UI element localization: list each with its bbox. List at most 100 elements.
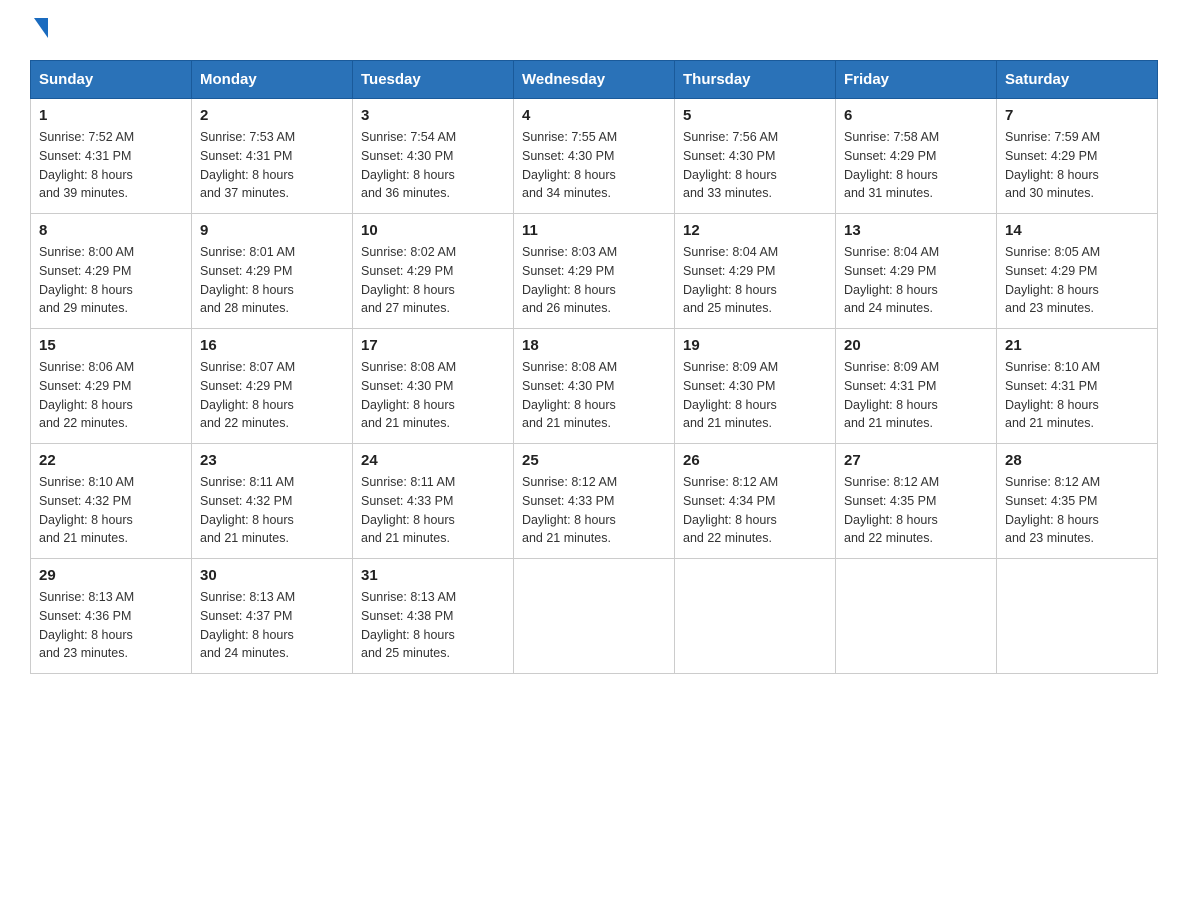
day-info: Sunrise: 8:11 AMSunset: 4:33 PMDaylight:… — [361, 475, 455, 545]
day-number: 31 — [361, 567, 505, 584]
calendar-cell: 26 Sunrise: 8:12 AMSunset: 4:34 PMDaylig… — [675, 444, 836, 559]
calendar-week-row-5: 29 Sunrise: 8:13 AMSunset: 4:36 PMDaylig… — [31, 559, 1158, 674]
day-info: Sunrise: 8:13 AMSunset: 4:38 PMDaylight:… — [361, 590, 456, 660]
weekday-header-monday: Monday — [192, 61, 353, 99]
calendar-cell: 5 Sunrise: 7:56 AMSunset: 4:30 PMDayligh… — [675, 99, 836, 214]
day-number: 30 — [200, 567, 344, 584]
day-number: 19 — [683, 337, 827, 354]
calendar-cell: 31 Sunrise: 8:13 AMSunset: 4:38 PMDaylig… — [353, 559, 514, 674]
day-info: Sunrise: 8:07 AMSunset: 4:29 PMDaylight:… — [200, 360, 295, 430]
day-info: Sunrise: 7:52 AMSunset: 4:31 PMDaylight:… — [39, 130, 134, 200]
day-number: 14 — [1005, 222, 1149, 239]
day-number: 29 — [39, 567, 183, 584]
day-number: 23 — [200, 452, 344, 469]
calendar-cell: 23 Sunrise: 8:11 AMSunset: 4:32 PMDaylig… — [192, 444, 353, 559]
calendar-cell: 4 Sunrise: 7:55 AMSunset: 4:30 PMDayligh… — [514, 99, 675, 214]
calendar-week-row-2: 8 Sunrise: 8:00 AMSunset: 4:29 PMDayligh… — [31, 214, 1158, 329]
day-number: 5 — [683, 107, 827, 124]
calendar-cell: 16 Sunrise: 8:07 AMSunset: 4:29 PMDaylig… — [192, 329, 353, 444]
day-info: Sunrise: 8:08 AMSunset: 4:30 PMDaylight:… — [361, 360, 456, 430]
day-number: 22 — [39, 452, 183, 469]
day-number: 15 — [39, 337, 183, 354]
calendar-cell: 27 Sunrise: 8:12 AMSunset: 4:35 PMDaylig… — [836, 444, 997, 559]
calendar-cell: 17 Sunrise: 8:08 AMSunset: 4:30 PMDaylig… — [353, 329, 514, 444]
weekday-header-friday: Friday — [836, 61, 997, 99]
day-info: Sunrise: 8:08 AMSunset: 4:30 PMDaylight:… — [522, 360, 617, 430]
day-info: Sunrise: 7:56 AMSunset: 4:30 PMDaylight:… — [683, 130, 778, 200]
day-number: 16 — [200, 337, 344, 354]
day-number: 17 — [361, 337, 505, 354]
calendar-cell: 1 Sunrise: 7:52 AMSunset: 4:31 PMDayligh… — [31, 99, 192, 214]
day-number: 12 — [683, 222, 827, 239]
calendar-cell: 6 Sunrise: 7:58 AMSunset: 4:29 PMDayligh… — [836, 99, 997, 214]
calendar-cell: 15 Sunrise: 8:06 AMSunset: 4:29 PMDaylig… — [31, 329, 192, 444]
day-number: 6 — [844, 107, 988, 124]
calendar-cell: 19 Sunrise: 8:09 AMSunset: 4:30 PMDaylig… — [675, 329, 836, 444]
day-info: Sunrise: 7:58 AMSunset: 4:29 PMDaylight:… — [844, 130, 939, 200]
day-number: 28 — [1005, 452, 1149, 469]
calendar-cell: 11 Sunrise: 8:03 AMSunset: 4:29 PMDaylig… — [514, 214, 675, 329]
day-info: Sunrise: 8:12 AMSunset: 4:35 PMDaylight:… — [1005, 475, 1100, 545]
calendar-cell: 22 Sunrise: 8:10 AMSunset: 4:32 PMDaylig… — [31, 444, 192, 559]
calendar-cell — [836, 559, 997, 674]
calendar-week-row-3: 15 Sunrise: 8:06 AMSunset: 4:29 PMDaylig… — [31, 329, 1158, 444]
day-number: 8 — [39, 222, 183, 239]
calendar-cell: 29 Sunrise: 8:13 AMSunset: 4:36 PMDaylig… — [31, 559, 192, 674]
day-info: Sunrise: 8:05 AMSunset: 4:29 PMDaylight:… — [1005, 245, 1100, 315]
day-info: Sunrise: 7:54 AMSunset: 4:30 PMDaylight:… — [361, 130, 456, 200]
day-info: Sunrise: 8:04 AMSunset: 4:29 PMDaylight:… — [683, 245, 778, 315]
calendar-week-row-1: 1 Sunrise: 7:52 AMSunset: 4:31 PMDayligh… — [31, 99, 1158, 214]
day-info: Sunrise: 8:11 AMSunset: 4:32 PMDaylight:… — [200, 475, 294, 545]
logo-arrow-icon — [34, 18, 48, 38]
page-header — [30, 20, 1158, 40]
day-number: 7 — [1005, 107, 1149, 124]
calendar-cell: 13 Sunrise: 8:04 AMSunset: 4:29 PMDaylig… — [836, 214, 997, 329]
day-number: 21 — [1005, 337, 1149, 354]
day-info: Sunrise: 8:12 AMSunset: 4:33 PMDaylight:… — [522, 475, 617, 545]
day-info: Sunrise: 8:10 AMSunset: 4:31 PMDaylight:… — [1005, 360, 1100, 430]
calendar-cell: 10 Sunrise: 8:02 AMSunset: 4:29 PMDaylig… — [353, 214, 514, 329]
day-info: Sunrise: 8:06 AMSunset: 4:29 PMDaylight:… — [39, 360, 134, 430]
calendar-cell — [997, 559, 1158, 674]
calendar-cell: 3 Sunrise: 7:54 AMSunset: 4:30 PMDayligh… — [353, 99, 514, 214]
day-number: 4 — [522, 107, 666, 124]
day-number: 26 — [683, 452, 827, 469]
calendar-cell: 25 Sunrise: 8:12 AMSunset: 4:33 PMDaylig… — [514, 444, 675, 559]
calendar-table: SundayMondayTuesdayWednesdayThursdayFrid… — [30, 60, 1158, 674]
day-info: Sunrise: 8:09 AMSunset: 4:31 PMDaylight:… — [844, 360, 939, 430]
weekday-header-tuesday: Tuesday — [353, 61, 514, 99]
day-info: Sunrise: 8:01 AMSunset: 4:29 PMDaylight:… — [200, 245, 295, 315]
calendar-cell: 2 Sunrise: 7:53 AMSunset: 4:31 PMDayligh… — [192, 99, 353, 214]
calendar-cell — [675, 559, 836, 674]
day-number: 13 — [844, 222, 988, 239]
weekday-header-saturday: Saturday — [997, 61, 1158, 99]
weekday-header-wednesday: Wednesday — [514, 61, 675, 99]
logo — [30, 20, 48, 40]
day-number: 24 — [361, 452, 505, 469]
day-number: 27 — [844, 452, 988, 469]
weekday-header-sunday: Sunday — [31, 61, 192, 99]
calendar-cell: 21 Sunrise: 8:10 AMSunset: 4:31 PMDaylig… — [997, 329, 1158, 444]
day-number: 1 — [39, 107, 183, 124]
day-info: Sunrise: 7:55 AMSunset: 4:30 PMDaylight:… — [522, 130, 617, 200]
day-info: Sunrise: 7:59 AMSunset: 4:29 PMDaylight:… — [1005, 130, 1100, 200]
day-info: Sunrise: 8:09 AMSunset: 4:30 PMDaylight:… — [683, 360, 778, 430]
calendar-cell — [514, 559, 675, 674]
calendar-cell: 24 Sunrise: 8:11 AMSunset: 4:33 PMDaylig… — [353, 444, 514, 559]
day-number: 10 — [361, 222, 505, 239]
day-number: 2 — [200, 107, 344, 124]
day-number: 25 — [522, 452, 666, 469]
calendar-cell: 18 Sunrise: 8:08 AMSunset: 4:30 PMDaylig… — [514, 329, 675, 444]
day-info: Sunrise: 8:03 AMSunset: 4:29 PMDaylight:… — [522, 245, 617, 315]
day-info: Sunrise: 8:12 AMSunset: 4:34 PMDaylight:… — [683, 475, 778, 545]
day-info: Sunrise: 8:12 AMSunset: 4:35 PMDaylight:… — [844, 475, 939, 545]
day-info: Sunrise: 8:13 AMSunset: 4:37 PMDaylight:… — [200, 590, 295, 660]
calendar-cell: 30 Sunrise: 8:13 AMSunset: 4:37 PMDaylig… — [192, 559, 353, 674]
calendar-cell: 12 Sunrise: 8:04 AMSunset: 4:29 PMDaylig… — [675, 214, 836, 329]
calendar-cell: 28 Sunrise: 8:12 AMSunset: 4:35 PMDaylig… — [997, 444, 1158, 559]
day-number: 9 — [200, 222, 344, 239]
day-info: Sunrise: 8:13 AMSunset: 4:36 PMDaylight:… — [39, 590, 134, 660]
day-number: 20 — [844, 337, 988, 354]
calendar-cell: 20 Sunrise: 8:09 AMSunset: 4:31 PMDaylig… — [836, 329, 997, 444]
day-info: Sunrise: 7:53 AMSunset: 4:31 PMDaylight:… — [200, 130, 295, 200]
